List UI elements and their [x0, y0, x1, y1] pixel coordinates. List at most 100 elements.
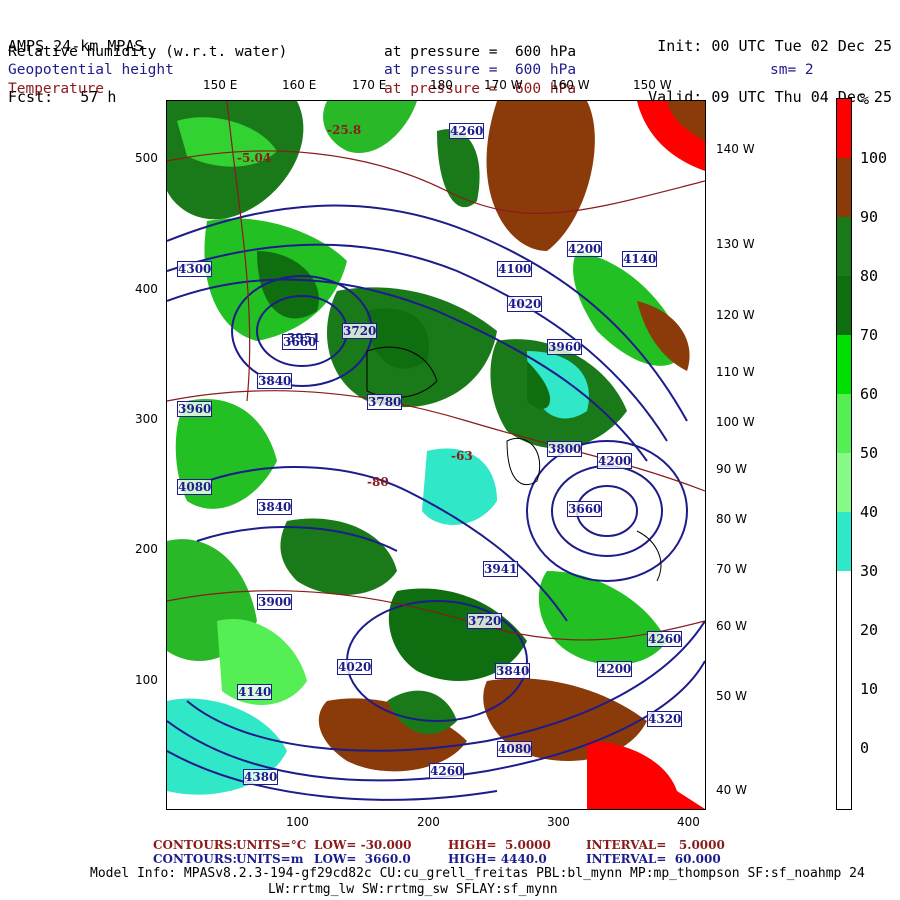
smoothing-label: sm= 2	[770, 62, 814, 78]
temperature-label: -80	[367, 475, 389, 489]
lon-top-label: 160 E	[282, 78, 317, 92]
temp-contours-units: UNITS=°C	[236, 838, 307, 852]
height-contours-label: CONTOURS:	[153, 852, 237, 866]
height-contours-high: HIGH= 4440.0	[448, 852, 547, 866]
height-label: 4200	[567, 241, 603, 257]
y-tick: 500	[135, 151, 158, 165]
colorbar-label: 90	[860, 208, 879, 226]
lon-top-label: 170 W	[484, 78, 523, 92]
lon-right-label: 130 W	[716, 237, 755, 251]
height-label: 4100	[497, 261, 533, 277]
height-label: 3900	[257, 594, 293, 610]
height-label: 4020	[507, 296, 543, 312]
colorbar-label: 40	[860, 503, 879, 521]
height-label: 4140	[237, 684, 273, 700]
height-label: 3941	[483, 561, 519, 577]
temperature-label: -63	[451, 449, 473, 463]
height-label: 3840	[257, 499, 293, 515]
height-label: 3720	[342, 323, 378, 339]
lon-right-label: 90 W	[716, 462, 747, 476]
colorbar-segment	[837, 99, 851, 158]
x-tick: 300	[547, 815, 570, 829]
field1-name: Relative humidity (w.r.t. water)	[8, 44, 288, 60]
lon-right-label: 110 W	[716, 365, 755, 379]
height-label: 4260	[429, 763, 465, 779]
temp-contours-low: LOW= -30.000	[314, 838, 412, 852]
height-label: 4380	[243, 769, 279, 785]
colorbar-segment	[837, 512, 851, 571]
field3-name: Temperature	[8, 81, 105, 97]
init-time: Init: 00 UTC Tue 02 Dec 25	[657, 37, 892, 55]
colorbar-label: 20	[860, 621, 879, 639]
height-contours-low: LOW= 3660.0	[314, 852, 411, 866]
temperature-label: -5.04	[237, 151, 272, 165]
height-label: 4300	[177, 261, 213, 277]
height-label: 4200	[597, 661, 633, 677]
lon-right-label: 40 W	[716, 783, 747, 797]
lon-right-label: 80 W	[716, 512, 747, 526]
height-label: 4260	[647, 631, 683, 647]
colorbar-label: 10	[860, 680, 879, 698]
lon-top-label: 160 W	[551, 78, 590, 92]
height-contours-units: UNITS=m	[236, 852, 304, 866]
model-info-line2: LW:rrtmg_lw SW:rrtmg_sw SFLAY:sf_mynn	[268, 882, 558, 897]
y-tick: 100	[135, 673, 158, 687]
lon-top-label: 150 E	[203, 78, 238, 92]
temp-contours-high: HIGH= 5.0000	[448, 838, 551, 852]
temp-contours-interval: INTERVAL= 5.0000	[586, 838, 725, 852]
model-info-line1: Model Info: MPASv8.2.3-194-gf29cd82c CU:…	[90, 866, 865, 881]
colorbar-label: 80	[860, 267, 879, 285]
field2-pressure: at pressure = 600 hPa	[384, 62, 577, 78]
height-label: 4260	[449, 123, 485, 139]
height-label: 4200	[597, 453, 633, 469]
height-label: 3951	[287, 331, 321, 345]
lon-top-label: 170 E	[352, 78, 387, 92]
height-label: 4080	[497, 741, 533, 757]
colorbar-label: 60	[860, 385, 879, 403]
colorbar-segment	[837, 453, 851, 512]
lon-right-label: 70 W	[716, 562, 747, 576]
colorbar-segment	[837, 335, 851, 394]
height-label: 3840	[495, 663, 531, 679]
height-label: 3840	[257, 373, 293, 389]
height-contours-interval: INTERVAL= 60.000	[586, 852, 721, 866]
lon-right-label: 60 W	[716, 619, 747, 633]
colorbar-label: 70	[860, 326, 879, 344]
field1-pressure: at pressure = 600 hPa	[384, 44, 577, 60]
colorbar-segment	[837, 217, 851, 276]
map-plot-area: 4260 4300 4200 4100 4140 4020 3960 3840 …	[166, 100, 706, 810]
y-tick: 200	[135, 542, 158, 556]
colorbar-segment	[837, 276, 851, 335]
height-label: 4080	[177, 479, 213, 495]
field3-pressure: at pressure = 600 hPa	[384, 81, 577, 97]
x-tick: 200	[417, 815, 440, 829]
lon-right-label: 140 W	[716, 142, 755, 156]
colorbar-segment	[837, 158, 851, 217]
height-label: 3660	[567, 501, 603, 517]
height-label: 3720	[467, 613, 503, 629]
temperature-label: -25.8	[327, 123, 362, 137]
lon-top-label: 180	[430, 78, 453, 92]
height-label: 3960	[547, 339, 583, 355]
colorbar-segment	[837, 394, 851, 453]
field2-name: Geopotential height	[8, 62, 174, 78]
x-tick: 100	[286, 815, 309, 829]
height-label: 3960	[177, 401, 213, 417]
colorbar-label: 0	[860, 739, 870, 757]
height-label: 3780	[367, 394, 403, 410]
lon-top-label: 150 W	[633, 78, 672, 92]
height-label: 3800	[547, 441, 583, 457]
y-tick: 300	[135, 412, 158, 426]
lon-right-label: 50 W	[716, 689, 747, 703]
colorbar-label: 100	[860, 149, 888, 167]
colorbar-label: 50	[860, 444, 879, 462]
x-tick: 400	[677, 815, 700, 829]
colorbar	[836, 98, 852, 810]
y-tick: 400	[135, 282, 158, 296]
height-label: 4020	[337, 659, 373, 675]
colorbar-unit: %	[860, 90, 870, 108]
lon-right-label: 120 W	[716, 308, 755, 322]
lon-right-label: 100 W	[716, 415, 755, 429]
colorbar-segment	[837, 571, 851, 809]
colorbar-label: 30	[860, 562, 879, 580]
